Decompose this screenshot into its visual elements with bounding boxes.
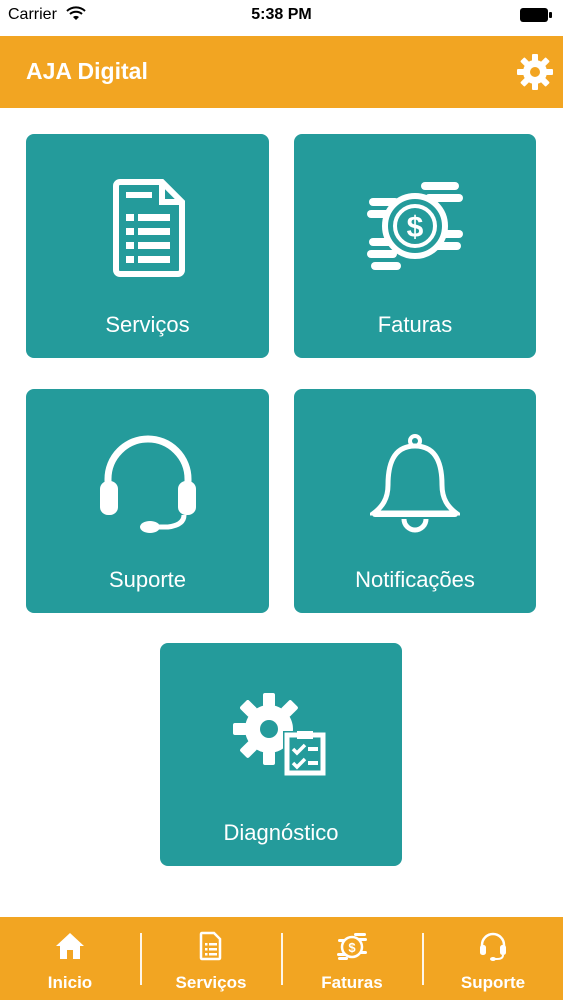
tab-faturas[interactable]: $ Faturas (282, 917, 422, 1000)
coins-dollar-icon: $ (294, 178, 536, 288)
settings-button[interactable] (515, 52, 555, 92)
document-list-icon (26, 178, 269, 288)
app-header: AJA Digital (0, 36, 563, 108)
tile-servicos[interactable]: Serviços (26, 134, 269, 358)
tile-label: Suporte (108, 567, 187, 592)
tile-label: Serviços (105, 312, 190, 337)
headset-icon (26, 433, 269, 543)
tab-label: Serviços (175, 973, 247, 992)
tab-servicos[interactable]: Serviços (141, 917, 281, 1000)
battery-icon (519, 7, 553, 28)
tab-label: Faturas (321, 973, 383, 992)
clock: 5:38 PM (251, 6, 312, 23)
svg-text:$: $ (348, 940, 356, 955)
coins-icon: $ (282, 931, 422, 963)
gear-checklist-icon (160, 687, 402, 797)
tab-bar: Inicio Serviços $ Faturas Suporte (0, 917, 563, 1000)
gear-icon (517, 54, 553, 90)
tile-label: Faturas (377, 312, 453, 337)
headset-icon (423, 931, 563, 963)
app-title: AJA Digital (26, 58, 148, 84)
home-icon (0, 931, 140, 963)
tab-label: Suporte (460, 973, 526, 992)
svg-text:$: $ (407, 211, 424, 244)
tile-label: Diagnóstico (223, 820, 339, 845)
tile-diagnostico[interactable]: Diagnóstico (160, 643, 402, 866)
tab-label: Inicio (47, 973, 93, 992)
tile-faturas[interactable]: $ Faturas (294, 134, 536, 358)
tile-suporte[interactable]: Suporte (26, 389, 269, 613)
tab-inicio[interactable]: Inicio (0, 917, 140, 1000)
tile-label: Notificações (355, 567, 475, 592)
bell-icon (294, 433, 536, 543)
document-icon (141, 931, 281, 963)
tab-suporte[interactable]: Suporte (423, 917, 563, 1000)
tile-notificacoes[interactable]: Notificações (294, 389, 536, 613)
status-bar: Carrier 5:38 PM (0, 0, 563, 36)
